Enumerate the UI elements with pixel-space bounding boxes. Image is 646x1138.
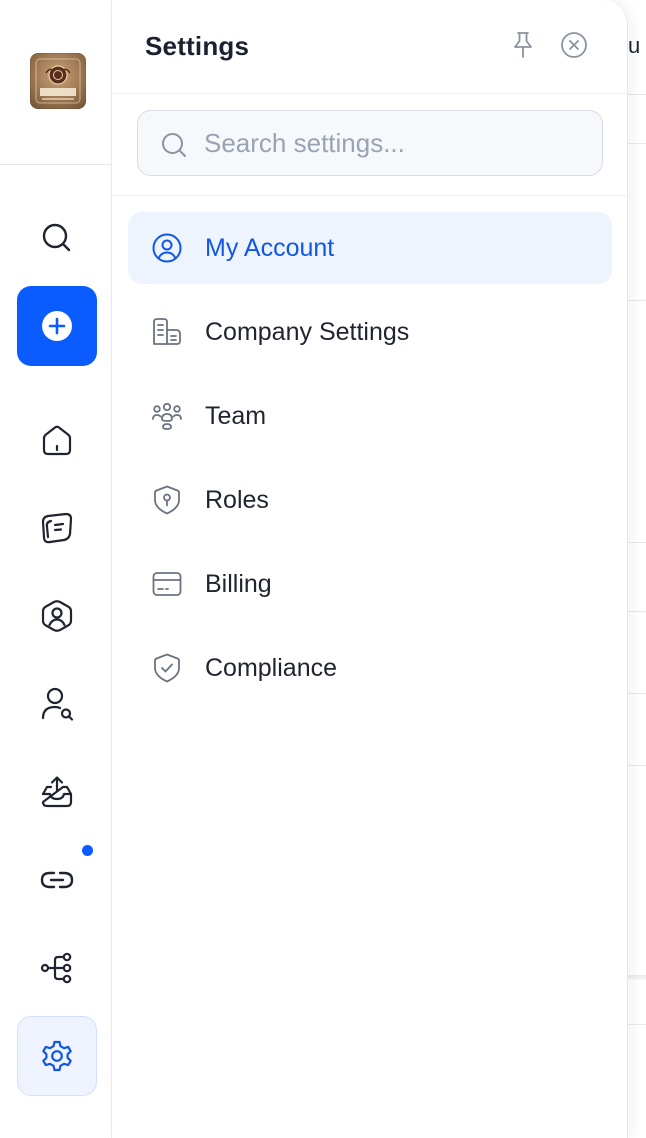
menu-item-company-settings[interactable]: Company Settings [128, 296, 612, 368]
menu-item-label: Team [205, 402, 267, 430]
menu-item-billing[interactable]: Billing [128, 548, 612, 620]
link-icon [40, 871, 74, 889]
background-divider [628, 300, 646, 301]
menu-item-compliance[interactable]: Compliance [128, 632, 612, 704]
menu-item-my-account[interactable]: My Account [128, 212, 612, 284]
user-shield-icon [41, 600, 73, 632]
rail-inbox-button[interactable] [17, 752, 97, 832]
plus-circle-icon [42, 311, 72, 341]
menu-item-label: Compliance [205, 654, 338, 682]
settings-panel-header: Settings [112, 0, 628, 94]
background-divider [628, 693, 646, 694]
background-divider [628, 765, 646, 766]
user-circle-icon [151, 232, 183, 264]
building-icon [151, 316, 183, 348]
rail-divider [0, 164, 112, 165]
rail-home-button[interactable] [17, 400, 97, 480]
team-icon [151, 400, 183, 432]
background-divider [628, 1024, 646, 1025]
search-icon [162, 133, 186, 157]
rail-notes-button[interactable] [17, 488, 97, 568]
company-logo[interactable] [30, 53, 86, 109]
gear-icon [42, 1040, 72, 1072]
tree-icon [40, 952, 72, 984]
rail-create-button[interactable] [17, 286, 97, 366]
menu-item-roles[interactable]: Roles [128, 464, 612, 536]
left-rail [0, 0, 112, 1138]
rail-people-search-button[interactable] [17, 664, 97, 744]
rail-workflows-button[interactable] [17, 928, 97, 1008]
page-title: Settings [145, 31, 250, 61]
close-icon [561, 32, 587, 58]
background-page-title: u [628, 33, 641, 58]
menu-item-label: Billing [205, 570, 272, 598]
settings-panel: Settings Search settings... My Account C… [112, 0, 628, 1138]
menu-item-team[interactable]: Team [128, 380, 612, 452]
shield-check-icon [151, 652, 183, 684]
rail-links-button[interactable] [17, 840, 97, 920]
background-divider [628, 611, 646, 612]
menu-item-label: Roles [205, 486, 269, 514]
search-icon [42, 223, 71, 252]
rail-search-button[interactable] [17, 198, 97, 278]
inbox-upload-icon [41, 776, 73, 808]
settings-search-box[interactable] [137, 110, 603, 176]
home-icon [42, 425, 72, 456]
background-divider [628, 94, 646, 95]
pin-icon [514, 32, 532, 58]
rail-profile-button[interactable] [17, 576, 97, 656]
note-icon [41, 512, 73, 544]
settings-search-section [112, 94, 628, 196]
background-divider [628, 542, 646, 543]
user-search-icon [41, 687, 74, 721]
close-button[interactable] [559, 30, 589, 60]
background-card-edge [626, 975, 646, 980]
background-divider [628, 143, 646, 144]
rail-settings-button[interactable] [17, 1016, 97, 1096]
menu-item-label: My Account [205, 234, 335, 262]
pin-button[interactable] [508, 30, 538, 60]
shield-key-icon [151, 484, 183, 516]
search-input[interactable] [204, 125, 584, 161]
menu-item-label: Company Settings [205, 318, 410, 346]
credit-card-icon [151, 568, 183, 600]
